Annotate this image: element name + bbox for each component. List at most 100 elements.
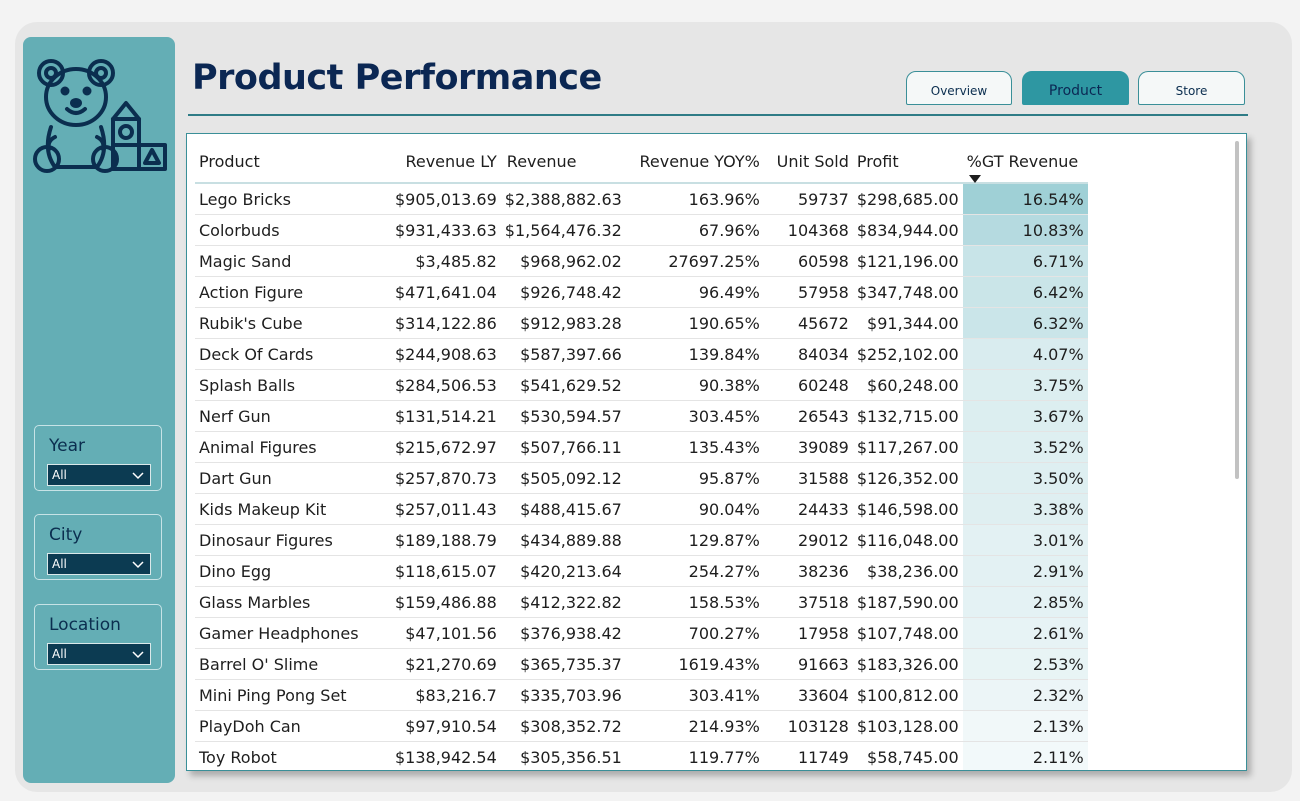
table-row[interactable]: Lego Bricks $905,013.69 $2,388,882.63 163.9… <box>195 183 1088 215</box>
table-row[interactable]: Rubik's Cube $314,122.86 $912,983.28 190.65… <box>195 307 1088 339</box>
table-row[interactable]: Toy Robot $138,942.54 $305,356.51 119.77% 11… <box>195 741 1088 770</box>
col-header-revenue[interactable]: Revenue <box>500 140 626 184</box>
cell-profit: $103,128.00 <box>852 710 963 742</box>
cell-profit: $58,745.00 <box>852 741 963 770</box>
cell-revenue-ly: $21,270.69 <box>391 648 501 680</box>
city-dropdown[interactable]: All <box>47 553 151 575</box>
cell-profit: $116,048.00 <box>852 524 963 556</box>
table-row[interactable]: Dart Gun $257,870.73 $505,092.12 95.87% 3158… <box>195 462 1088 494</box>
cell-product: Splash Balls <box>195 369 391 401</box>
cell-profit: $252,102.00 <box>852 338 963 370</box>
table-row[interactable]: Gamer Headphones $47,101.56 $376,938.42 700… <box>195 617 1088 649</box>
table-row[interactable]: Dino Egg $118,615.07 $420,213.64 254.27% 382… <box>195 555 1088 587</box>
cell-revenue-ly: $83,216.7 <box>391 679 501 711</box>
location-filter: Location All <box>34 604 162 670</box>
chevron-down-icon <box>132 561 144 569</box>
table-row[interactable]: Nerf Gun $131,514.21 $530,594.57 303.45% 265… <box>195 400 1088 432</box>
tab-overview[interactable]: Overview <box>906 71 1012 105</box>
cell-product: Kids Makeup Kit <box>195 493 391 525</box>
col-header-profit[interactable]: Profit <box>852 140 963 184</box>
cell-revenue-yoy: 90.04% <box>625 493 764 525</box>
cell-revenue: $335,703.96 <box>500 679 626 711</box>
col-header-revenue-ly[interactable]: Revenue LY <box>391 140 501 184</box>
table-row[interactable]: Action Figure $471,641.04 $926,748.42 96.49… <box>195 276 1088 308</box>
cell-product: Rubik's Cube <box>195 307 391 339</box>
cell-revenue: $434,889.88 <box>500 524 626 556</box>
cell-revenue: $505,092.12 <box>500 462 626 494</box>
cell-revenue: $412,322.82 <box>500 586 626 618</box>
cell-revenue-yoy: 163.96% <box>625 183 764 215</box>
cell-revenue-ly: $257,011.43 <box>391 493 501 525</box>
cell-profit: $60,248.00 <box>852 369 963 401</box>
cell-profit: $107,748.00 <box>852 617 963 649</box>
cell-revenue-yoy: 27697.25% <box>625 245 764 277</box>
cell-product: Action Figure <box>195 276 391 308</box>
cell-gt-revenue: 2.11% <box>962 741 1088 770</box>
table-row[interactable]: Barrel O' Slime $21,270.69 $365,735.37 1619… <box>195 648 1088 680</box>
cell-revenue-yoy: 190.65% <box>625 307 764 339</box>
cell-revenue-yoy: 96.49% <box>625 276 764 308</box>
cell-product: Dino Egg <box>195 555 391 587</box>
cell-profit: $187,590.00 <box>852 586 963 618</box>
cell-gt-revenue: 6.42% <box>962 276 1088 308</box>
cell-profit: $298,685.00 <box>852 183 963 215</box>
tab-product[interactable]: Product <box>1022 71 1129 105</box>
product-table: Product Revenue LY Revenue Revenue YOY% … <box>195 140 1088 770</box>
table-row[interactable]: Kids Makeup Kit $257,011.43 $488,415.67 90.… <box>195 493 1088 525</box>
table-row[interactable]: PlayDoh Can $97,910.54 $308,352.72 214.93% 1… <box>195 710 1088 742</box>
year-dropdown[interactable]: All <box>47 464 151 486</box>
table-row[interactable]: Mini Ping Pong Set $83,216.7 $335,703.96 30… <box>195 679 1088 711</box>
cell-revenue-yoy: 158.53% <box>625 586 764 618</box>
cell-unit-sold: 33604 <box>763 679 853 711</box>
table-row[interactable]: Colorbuds $931,433.63 $1,564,476.32 67.96% 1… <box>195 214 1088 246</box>
table-header-row: Product Revenue LY Revenue Revenue YOY% … <box>195 140 1088 184</box>
col-header-revenue-yoy[interactable]: Revenue YOY% <box>625 140 764 184</box>
cell-profit: $91,344.00 <box>852 307 963 339</box>
cell-revenue: $530,594.57 <box>500 400 626 432</box>
cell-revenue-yoy: 119.77% <box>625 741 764 770</box>
col-header-unit-sold[interactable]: Unit Sold <box>763 140 853 184</box>
city-dropdown-value: All <box>52 557 67 571</box>
table-row[interactable]: Deck Of Cards $244,908.63 $587,397.66 139.8… <box>195 338 1088 370</box>
cell-gt-revenue: 4.07% <box>962 338 1088 370</box>
cell-gt-revenue: 2.85% <box>962 586 1088 618</box>
cell-unit-sold: 31588 <box>763 462 853 494</box>
cell-revenue-yoy: 90.38% <box>625 369 764 401</box>
col-header-gt-revenue-label: %GT Revenue <box>966 151 1079 171</box>
col-header-product[interactable]: Product <box>195 140 391 184</box>
tab-store[interactable]: Store <box>1138 71 1245 105</box>
page-title: Product Performance <box>192 58 602 98</box>
cell-unit-sold: 26543 <box>763 400 853 432</box>
year-filter-label: Year <box>49 436 85 456</box>
cell-product: Animal Figures <box>195 431 391 463</box>
cell-gt-revenue: 3.75% <box>962 369 1088 401</box>
cell-product: PlayDoh Can <box>195 710 391 742</box>
table-row[interactable]: Animal Figures $215,672.97 $507,766.11 135.… <box>195 431 1088 463</box>
cell-revenue: $376,938.42 <box>500 617 626 649</box>
cell-revenue: $305,356.51 <box>500 741 626 770</box>
cell-revenue-ly: $314,122.86 <box>391 307 501 339</box>
table-row[interactable]: Dinosaur Figures $189,188.79 $434,889.88 12… <box>195 524 1088 556</box>
table-row[interactable]: Magic Sand $3,485.82 $968,962.02 27697.25% 6… <box>195 245 1088 277</box>
table-body: Lego Bricks $905,013.69 $2,388,882.63 163.9… <box>195 183 1088 770</box>
cell-unit-sold: 60248 <box>763 369 853 401</box>
table-row[interactable]: Glass Marbles $159,486.88 $412,322.82 158.5… <box>195 586 1088 618</box>
cell-revenue: $507,766.11 <box>500 431 626 463</box>
cell-gt-revenue: 2.13% <box>962 710 1088 742</box>
cell-product: Colorbuds <box>195 214 391 246</box>
vertical-scrollbar[interactable] <box>1235 141 1239 479</box>
cell-gt-revenue: 16.54% <box>962 183 1088 215</box>
cell-gt-revenue: 3.01% <box>962 524 1088 556</box>
city-filter-label: City <box>49 525 83 545</box>
cell-revenue: $587,397.66 <box>500 338 626 370</box>
cell-product: Dinosaur Figures <box>195 524 391 556</box>
sidebar: Year All City All Location All <box>23 37 175 783</box>
cell-revenue-ly: $138,942.54 <box>391 741 501 770</box>
col-header-gt-revenue[interactable]: %GT Revenue <box>962 140 1088 184</box>
title-divider <box>188 114 1248 116</box>
cell-revenue-ly: $97,910.54 <box>391 710 501 742</box>
cell-revenue-yoy: 303.45% <box>625 400 764 432</box>
location-dropdown[interactable]: All <box>47 643 151 665</box>
table-row[interactable]: Splash Balls $284,506.53 $541,629.52 90.38%… <box>195 369 1088 401</box>
cell-revenue: $968,962.02 <box>500 245 626 277</box>
